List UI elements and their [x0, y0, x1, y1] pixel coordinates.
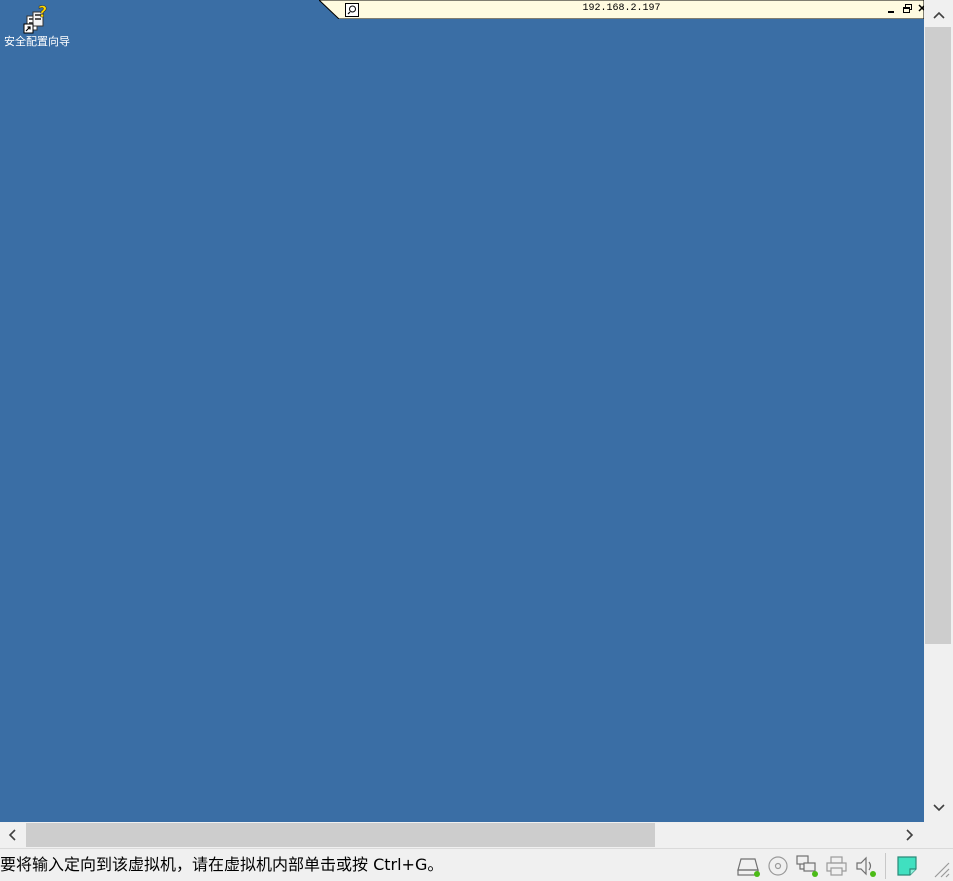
security-wizard-icon: ? — [23, 2, 51, 34]
desktop-shortcut-label: 安全配置向导 — [4, 35, 70, 48]
scrollbar-corner — [924, 822, 953, 848]
hard-disk-icon[interactable] — [737, 855, 761, 877]
status-message: 要将输入定向到该虚拟机，请在虚拟机内部单击或按 Ctrl+G。 — [0, 855, 444, 874]
scroll-right-arrow-icon[interactable] — [898, 822, 922, 848]
guest-desktop[interactable]: ? 安全配置向导 192.168.2.197 — [0, 0, 924, 822]
pin-icon[interactable] — [345, 2, 359, 17]
restore-icon[interactable] — [900, 1, 914, 15]
cd-dvd-icon[interactable] — [767, 855, 791, 877]
svg-text:?: ? — [38, 4, 47, 21]
sound-card-icon[interactable] — [855, 855, 879, 877]
scroll-left-arrow-icon[interactable] — [0, 822, 24, 848]
horizontal-scrollbar[interactable] — [0, 822, 924, 848]
vertical-scroll-thumb[interactable] — [925, 27, 951, 644]
close-icon[interactable] — [916, 1, 924, 15]
desktop-shortcut-security-wizard[interactable]: ? 安全配置向导 — [4, 2, 70, 48]
printer-icon[interactable] — [825, 855, 849, 877]
scroll-up-arrow-icon[interactable] — [924, 4, 953, 26]
rdp-connection-bar[interactable]: 192.168.2.197 — [319, 0, 924, 19]
vertical-scrollbar[interactable] — [924, 0, 953, 822]
scroll-down-arrow-icon[interactable] — [924, 797, 953, 819]
network-adapter-icon[interactable] — [796, 855, 820, 877]
horizontal-scroll-thumb[interactable] — [26, 823, 655, 847]
vm-console: ? 安全配置向导 192.168.2.197 要将输入定向到该虚拟机，请在虚拟机… — [0, 0, 953, 881]
message-log-icon[interactable] — [896, 855, 920, 877]
minimize-icon[interactable] — [884, 1, 898, 15]
resize-grip-icon[interactable] — [930, 858, 950, 878]
status-bar: 要将输入定向到该虚拟机，请在虚拟机内部单击或按 Ctrl+G。 — [0, 848, 953, 881]
connection-host: 192.168.2.197 — [582, 3, 661, 14]
status-separator — [885, 853, 886, 879]
